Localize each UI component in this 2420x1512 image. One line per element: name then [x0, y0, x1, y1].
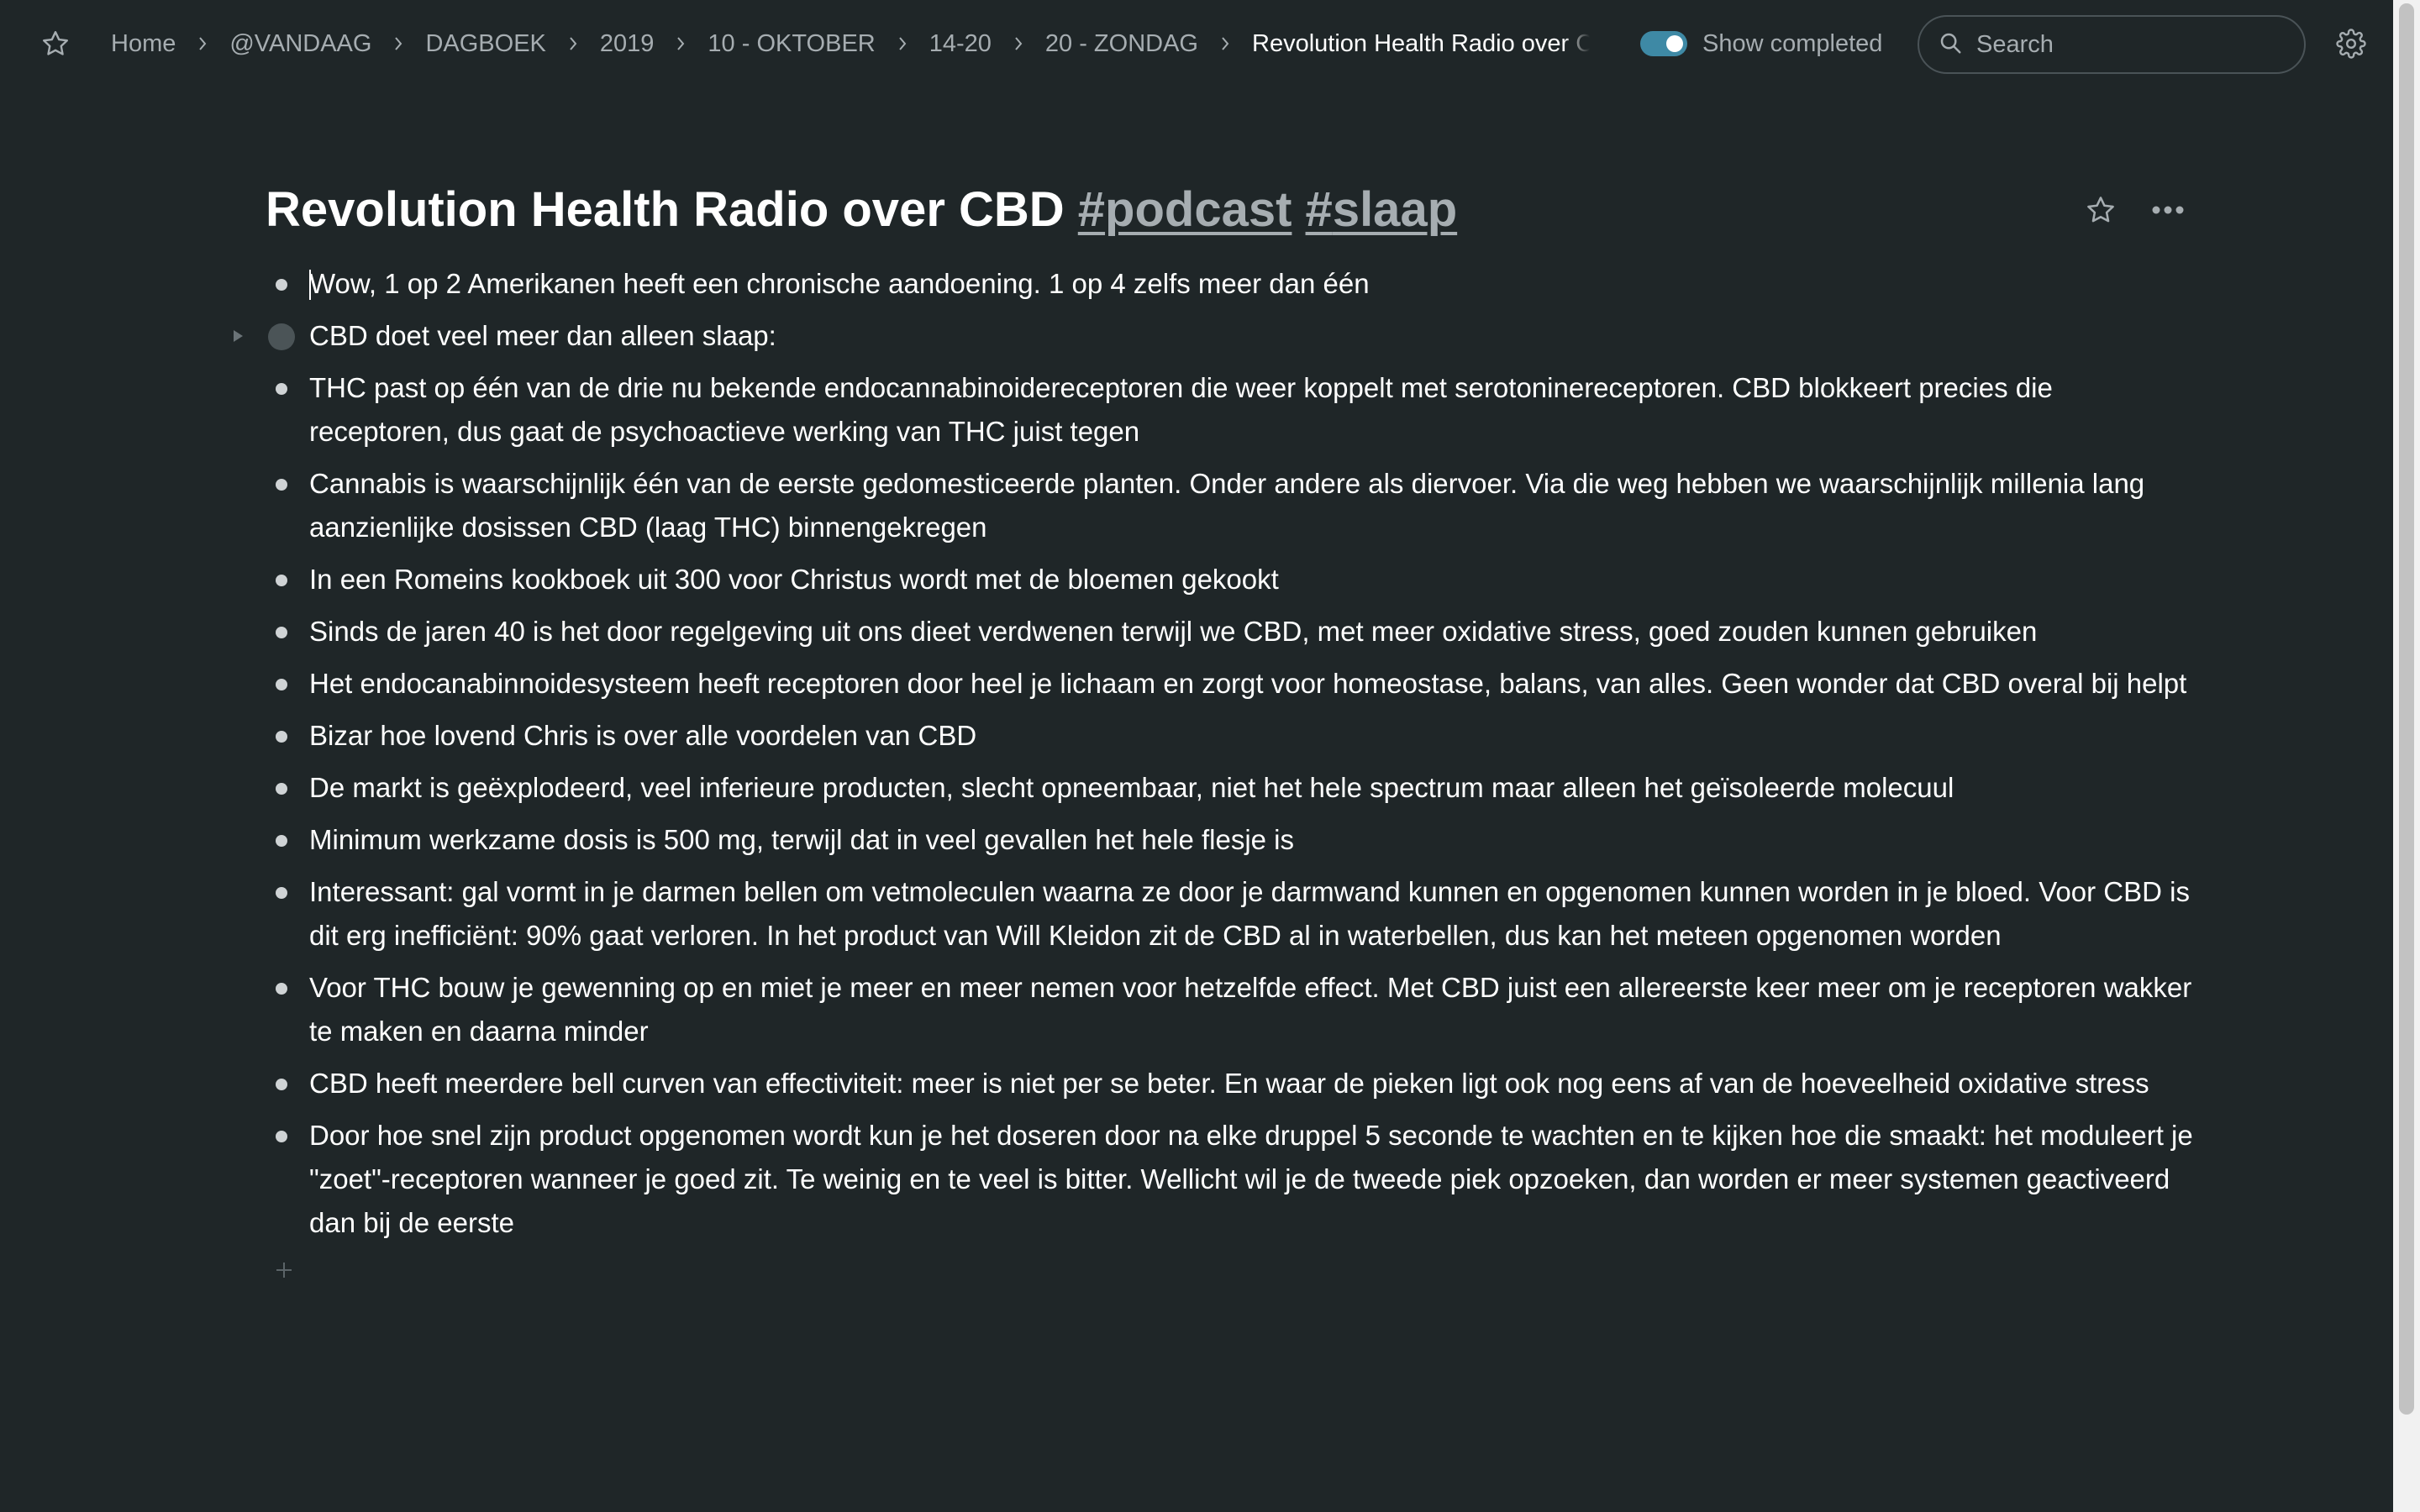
list-item[interactable]: Sinds de jaren 40 is het door regelgevin…: [266, 610, 2198, 654]
breadcrumb-item-home[interactable]: Home: [111, 30, 176, 58]
list-item[interactable]: Het endocanabinnoidesysteem heeft recept…: [266, 662, 2198, 706]
bullet-text[interactable]: De markt is geëxplodeerd, veel inferieur…: [309, 766, 2198, 810]
list-item[interactable]: Interessant: gal vormt in je darmen bell…: [266, 870, 2198, 958]
expand-arrow-icon[interactable]: [229, 327, 247, 345]
bullet-text[interactable]: In een Romeins kookboek uit 300 voor Chr…: [309, 558, 2198, 601]
bullet-icon[interactable]: [276, 731, 287, 743]
chevron-right-icon: [546, 35, 600, 52]
chevron-right-icon: [654, 35, 708, 52]
page-title: Revolution Health Radio over CBD #podcas…: [266, 176, 1457, 244]
toggle-switch[interactable]: [1640, 31, 1687, 56]
bullet-text[interactable]: CBD doet veel meer dan alleen slaap:: [309, 314, 2198, 358]
show-completed-toggle[interactable]: Show completed: [1640, 25, 1882, 62]
gear-icon[interactable]: [2334, 27, 2368, 60]
list-item[interactable]: Cannabis is waarschijnlijk één van de ee…: [266, 462, 2198, 549]
tag-hash: #: [1305, 182, 1333, 237]
breadcrumb: Home @VANDAAG DAGBOEK 2019 10 - OKTOBER …: [111, 22, 1590, 66]
bullet-text[interactable]: Minimum werkzame dosis is 500 mg, terwij…: [309, 818, 2198, 862]
list-item[interactable]: Bizar hoe lovend Chris is over alle voor…: [266, 714, 2198, 758]
plus-icon[interactable]: [272, 1258, 296, 1282]
list-item[interactable]: In een Romeins kookboek uit 300 voor Chr…: [266, 558, 2198, 601]
chevron-right-icon: [371, 35, 425, 52]
bullet-text[interactable]: Interessant: gal vormt in je darmen bell…: [309, 870, 2198, 958]
page-title-text[interactable]: Revolution Health Radio over CBD: [266, 182, 1065, 237]
more-horizontal-icon[interactable]: [2149, 192, 2186, 228]
tag-podcast[interactable]: #podcast: [1078, 182, 1292, 237]
list-item[interactable]: THC past op één van de drie nu bekende e…: [266, 366, 2198, 454]
bullet-icon[interactable]: [276, 1131, 287, 1142]
bullet-icon[interactable]: [276, 983, 287, 995]
bullet-text[interactable]: Cannabis is waarschijnlijk één van de ee…: [309, 462, 2198, 549]
bullet-icon[interactable]: [276, 279, 287, 291]
scrollbar-track[interactable]: [2393, 0, 2420, 1512]
bullet-text[interactable]: Wow, 1 op 2 Amerikanen heeft een chronis…: [309, 262, 2198, 306]
bullet-icon[interactable]: [276, 479, 287, 491]
search-box[interactable]: [1918, 15, 2306, 74]
list-item[interactable]: Minimum werkzame dosis is 500 mg, terwij…: [266, 818, 2198, 862]
breadcrumb-item-dagboek[interactable]: DAGBOEK: [425, 30, 545, 58]
bullet-icon[interactable]: [276, 783, 287, 795]
tag-hash: #: [1077, 182, 1106, 237]
bullet-icon[interactable]: [276, 383, 287, 395]
text-cursor: [309, 270, 311, 300]
list-item[interactable]: Wow, 1 op 2 Amerikanen heeft een chronis…: [266, 262, 2198, 306]
bullet-icon[interactable]: [276, 627, 287, 638]
toggle-knob: [1666, 35, 1683, 52]
scrollbar-thumb[interactable]: [2399, 3, 2414, 1415]
bullet-icon[interactable]: [276, 835, 287, 847]
chevron-right-icon: [992, 35, 1045, 52]
chevron-right-icon: [176, 35, 229, 52]
tag-label: podcast: [1105, 182, 1292, 237]
list-item-collapsed[interactable]: CBD doet veel meer dan alleen slaap:: [234, 314, 2198, 358]
breadcrumb-item-zondag[interactable]: 20 - ZONDAG: [1045, 30, 1198, 58]
search-input[interactable]: [1975, 29, 2277, 60]
breadcrumb-item-vandaag[interactable]: @VANDAAG: [229, 30, 371, 58]
chevron-right-icon: [876, 35, 929, 52]
bullet-text[interactable]: CBD heeft meerdere bell curven van effec…: [309, 1062, 2198, 1105]
bullet-icon[interactable]: [276, 575, 287, 586]
bullet-icon[interactable]: [276, 887, 287, 899]
search-icon: [1938, 30, 1963, 60]
bullet-text[interactable]: Sinds de jaren 40 is het door regelgevin…: [309, 610, 2198, 654]
page-star-icon[interactable]: [2082, 192, 2119, 228]
bullet-text[interactable]: Door hoe snel zijn product opgenomen wor…: [309, 1114, 2198, 1245]
bullet-list: Wow, 1 op 2 Amerikanen heeft een chronis…: [234, 262, 2198, 1253]
breadcrumb-item-oktober[interactable]: 10 - OKTOBER: [708, 30, 875, 58]
tag-slaap[interactable]: #slaap: [1306, 182, 1458, 237]
breadcrumb-item-week[interactable]: 14-20: [929, 30, 992, 58]
bullet-icon[interactable]: [276, 1079, 287, 1090]
list-item[interactable]: Door hoe snel zijn product opgenomen wor…: [266, 1114, 2198, 1245]
list-item[interactable]: CBD heeft meerdere bell curven van effec…: [266, 1062, 2198, 1105]
tag-label: slaap: [1332, 182, 1458, 237]
breadcrumb-item-2019[interactable]: 2019: [600, 30, 655, 58]
collapsed-bullet-icon[interactable]: [268, 323, 295, 350]
top-bar: Home @VANDAAG DAGBOEK 2019 10 - OKTOBER …: [0, 0, 2393, 87]
breadcrumb-current-page: Revolution Health Radio over CBD #podcas…: [1252, 29, 1590, 57]
list-item[interactable]: De markt is geëxplodeerd, veel inferieur…: [266, 766, 2198, 810]
bullet-text[interactable]: Bizar hoe lovend Chris is over alle voor…: [309, 714, 2198, 758]
bullet-text[interactable]: Voor THC bouw je gewenning op en miet je…: [309, 966, 2198, 1053]
show-completed-label: Show completed: [1702, 29, 1883, 57]
bullet-icon[interactable]: [276, 679, 287, 690]
bullet-text[interactable]: Het endocanabinnoidesysteem heeft recept…: [309, 662, 2198, 706]
chevron-right-icon: [1198, 35, 1252, 52]
list-item[interactable]: Voor THC bouw je gewenning op en miet je…: [266, 966, 2198, 1053]
bookmark-star-icon[interactable]: [39, 27, 72, 60]
bullet-text[interactable]: THC past op één van de drie nu bekende e…: [309, 366, 2198, 454]
